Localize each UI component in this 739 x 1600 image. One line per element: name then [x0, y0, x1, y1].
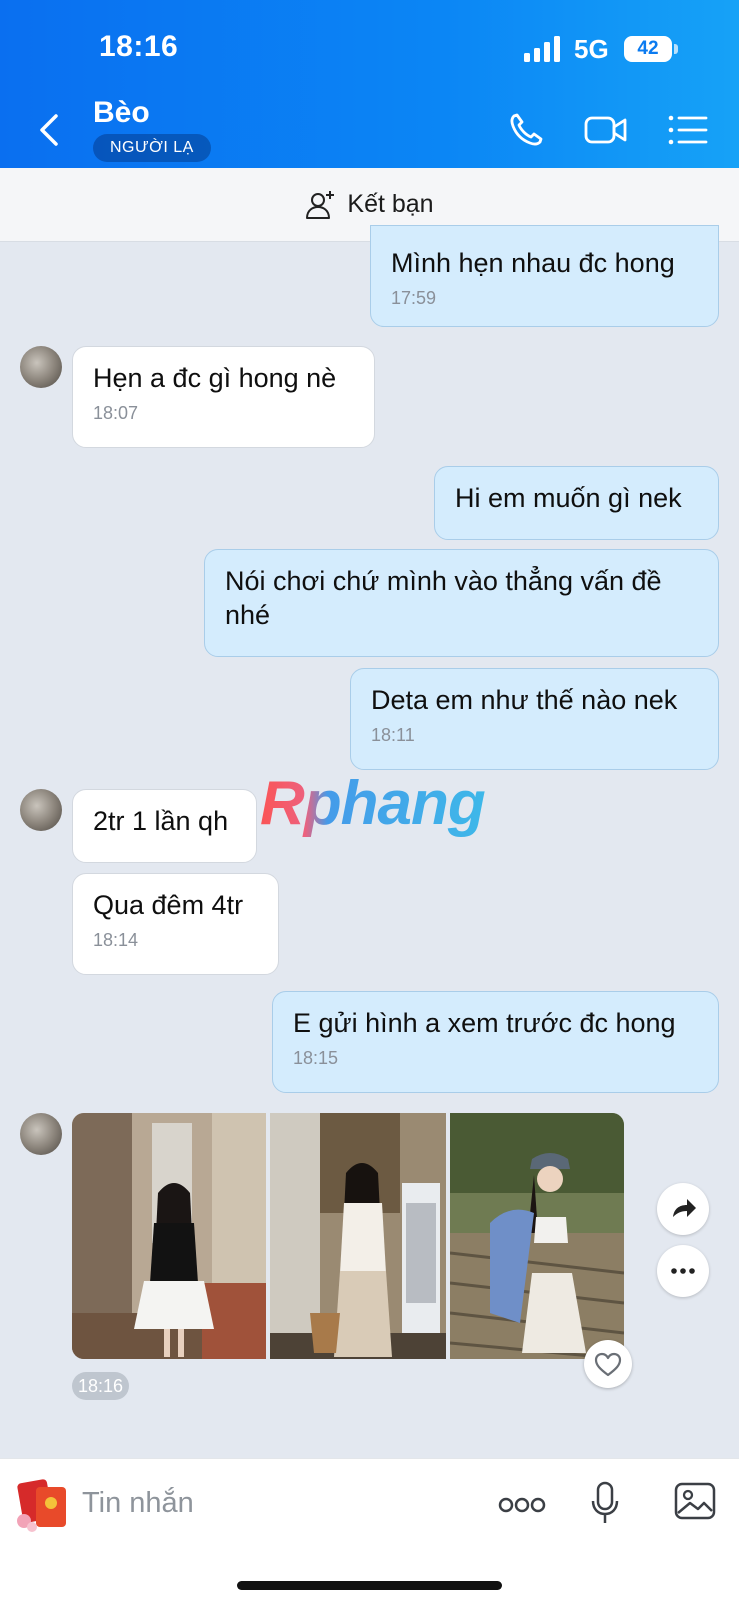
photo-2[interactable] — [270, 1113, 446, 1359]
message-bubble-outgoing[interactable]: Hi em muốn gì nek — [434, 466, 719, 540]
message-time: 17:59 — [391, 288, 437, 308]
message-bubble-outgoing[interactable]: Mình hẹn nhau đc hong 17:59 — [370, 225, 719, 327]
message-time: 18:14 — [93, 930, 139, 950]
add-user-icon — [306, 190, 335, 219]
heart-icon — [594, 1352, 622, 1377]
message-text: Hẹn a đc gì hong nè — [93, 363, 337, 393]
more-dots-icon — [671, 1268, 695, 1274]
sticker-icon[interactable] — [14, 1477, 70, 1533]
message-input[interactable]: Tin nhắn — [82, 1487, 194, 1520]
stranger-badge: NGƯỜI LẠ — [93, 134, 211, 162]
microphone-icon[interactable] — [590, 1481, 620, 1525]
message-text: E gửi hình a xem trước đc hong — [293, 1008, 676, 1038]
contact-name[interactable]: Bèo — [93, 96, 150, 130]
contact-avatar[interactable] — [20, 789, 62, 831]
more-actions-icon[interactable] — [498, 1493, 546, 1517]
home-indicator — [237, 1581, 502, 1590]
contact-avatar[interactable] — [20, 1113, 62, 1155]
video-call-icon[interactable] — [584, 108, 628, 152]
photo-3[interactable] — [450, 1113, 624, 1359]
react-heart-button[interactable] — [584, 1340, 632, 1388]
image-gallery-icon[interactable] — [674, 1481, 716, 1521]
add-friend-label: Kết bạn — [347, 190, 434, 218]
signal-icon — [524, 36, 560, 62]
message-composer: Tin nhắn — [0, 1458, 739, 1600]
more-options-button[interactable] — [657, 1245, 709, 1297]
message-time: 18:07 — [93, 403, 139, 423]
photo-message-time: 18:16 — [72, 1372, 130, 1400]
message-bubble-incoming[interactable]: Qua đêm 4tr 18:14 — [72, 873, 279, 975]
message-time: 18:15 — [293, 1048, 339, 1068]
message-bubble-outgoing[interactable]: E gửi hình a xem trước đc hong 18:15 — [272, 991, 719, 1093]
status-time: 18:16 — [99, 30, 179, 63]
message-bubble-incoming[interactable]: 2tr 1 lần qh — [72, 789, 257, 863]
message-bubble-outgoing[interactable]: Nói chơi chứ mình vào thẳng vấn đề nhé — [204, 549, 719, 657]
chat-header: 18:16 5G 42 Bèo NGƯỜI LẠ — [0, 0, 739, 168]
battery-icon: 42 — [624, 36, 678, 62]
back-button[interactable] — [34, 110, 64, 150]
contact-avatar[interactable] — [20, 346, 62, 388]
forward-button[interactable] — [657, 1183, 709, 1235]
message-text: Hi em muốn gì nek — [455, 483, 682, 513]
message-text: Deta em như thế nào nek — [371, 685, 678, 715]
message-bubble-incoming[interactable]: Hẹn a đc gì hong nè 18:07 — [72, 346, 375, 448]
phone-call-icon[interactable] — [504, 108, 548, 152]
photo-1[interactable] — [72, 1113, 266, 1359]
message-time: 18:11 — [371, 725, 415, 745]
network-label: 5G — [574, 34, 609, 64]
message-bubble-outgoing[interactable]: Deta em như thế nào nek 18:11 — [350, 668, 719, 770]
message-text: Nói chơi chứ mình vào thẳng vấn đề nhé — [225, 566, 662, 630]
message-text: Mình hẹn nhau đc hong — [391, 248, 675, 278]
share-arrow-icon — [673, 1199, 696, 1217]
watermark-logo: Rphang — [260, 769, 486, 838]
menu-list-icon[interactable] — [666, 108, 710, 152]
photo-message[interactable] — [72, 1113, 624, 1359]
message-text: 2tr 1 lần qh — [93, 806, 229, 836]
message-text: Qua đêm 4tr — [93, 890, 244, 920]
